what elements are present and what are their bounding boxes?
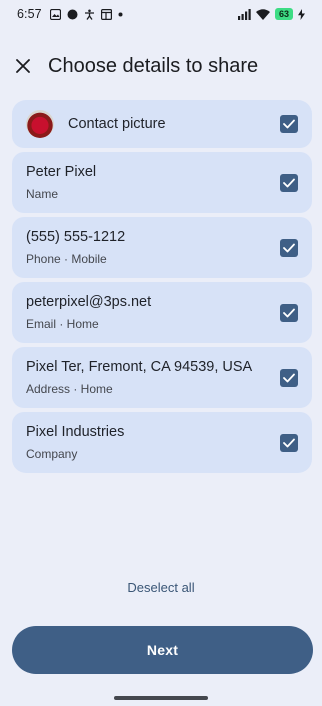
check-icon xyxy=(283,438,295,447)
checkbox-email[interactable] xyxy=(280,303,298,322)
list-item-primary: Peter Pixel xyxy=(26,164,97,180)
list-item-primary: Pixel Ter, Fremont, CA 94539, USA xyxy=(26,359,253,375)
charging-bolt-icon xyxy=(298,8,305,20)
wifi-icon xyxy=(256,8,270,20)
signal-icon xyxy=(238,8,251,20)
contact-avatar xyxy=(26,110,54,138)
list-item-text: peterpixel@3ps.net Email · Home xyxy=(26,294,272,331)
checkbox-company[interactable] xyxy=(280,433,298,452)
list-item-text: Peter Pixel Name xyxy=(26,164,272,201)
system-icons: 63 xyxy=(238,8,305,20)
list-item-primary: Pixel Industries xyxy=(26,424,125,440)
status-bar: 6:57 63 xyxy=(0,0,322,28)
details-list: Contact picture Peter Pixel Name (555) 5… xyxy=(12,100,312,473)
gallery-notification-icon xyxy=(49,8,61,20)
list-item-primary: (555) 555-1212 xyxy=(26,229,126,245)
gesture-nav-handle[interactable] xyxy=(114,696,208,700)
checkbox-contact-picture[interactable] xyxy=(280,115,298,133)
list-item-email[interactable]: peterpixel@3ps.net Email · Home xyxy=(12,282,312,343)
check-icon xyxy=(283,119,295,129)
list-item-secondary: Phone · Mobile xyxy=(26,252,107,266)
list-item-primary: Contact picture xyxy=(68,116,166,132)
close-button[interactable] xyxy=(1,44,45,88)
battery-icon: 63 xyxy=(275,8,293,20)
checkbox-name[interactable] xyxy=(280,173,298,192)
screen: 6:57 63 Choose details to share Contact … xyxy=(0,0,322,706)
list-item-secondary: Address · Home xyxy=(26,382,113,396)
list-item-text: (555) 555-1212 Phone · Mobile xyxy=(26,229,272,266)
list-item-secondary: Company xyxy=(26,447,78,461)
list-item-address[interactable]: Pixel Ter, Fremont, CA 94539, USA Addres… xyxy=(12,347,312,408)
list-item-secondary: Name xyxy=(26,187,59,201)
list-item-secondary: Email · Home xyxy=(26,317,99,331)
more-notifications-dot-icon xyxy=(118,12,123,16)
next-button[interactable]: Next xyxy=(12,626,313,674)
accessibility-notification-icon xyxy=(84,9,94,20)
list-item-contact-picture[interactable]: Contact picture xyxy=(12,100,312,148)
check-icon xyxy=(283,308,295,317)
header: Choose details to share xyxy=(0,44,322,88)
page-title: Choose details to share xyxy=(48,54,259,77)
list-item-name[interactable]: Peter Pixel Name xyxy=(12,152,312,213)
list-item-company[interactable]: Pixel Industries Company xyxy=(12,412,312,473)
list-item-text: Contact picture xyxy=(68,116,272,132)
notification-icons xyxy=(49,8,123,20)
circle-notification-icon xyxy=(67,9,78,19)
deselect-all-button[interactable]: Deselect all xyxy=(0,580,322,595)
list-item-text: Pixel Ter, Fremont, CA 94539, USA Addres… xyxy=(26,359,272,396)
check-icon xyxy=(283,178,295,187)
list-item-primary: peterpixel@3ps.net xyxy=(26,294,152,310)
check-icon xyxy=(283,373,295,382)
calendar-notification-icon xyxy=(100,8,112,20)
checkbox-address[interactable] xyxy=(280,368,298,387)
close-icon xyxy=(16,59,30,73)
check-icon xyxy=(283,243,295,252)
checkbox-phone[interactable] xyxy=(280,238,298,257)
list-item-text: Pixel Industries Company xyxy=(26,424,272,461)
list-item-phone[interactable]: (555) 555-1212 Phone · Mobile xyxy=(12,217,312,278)
status-time: 6:57 xyxy=(17,7,42,21)
